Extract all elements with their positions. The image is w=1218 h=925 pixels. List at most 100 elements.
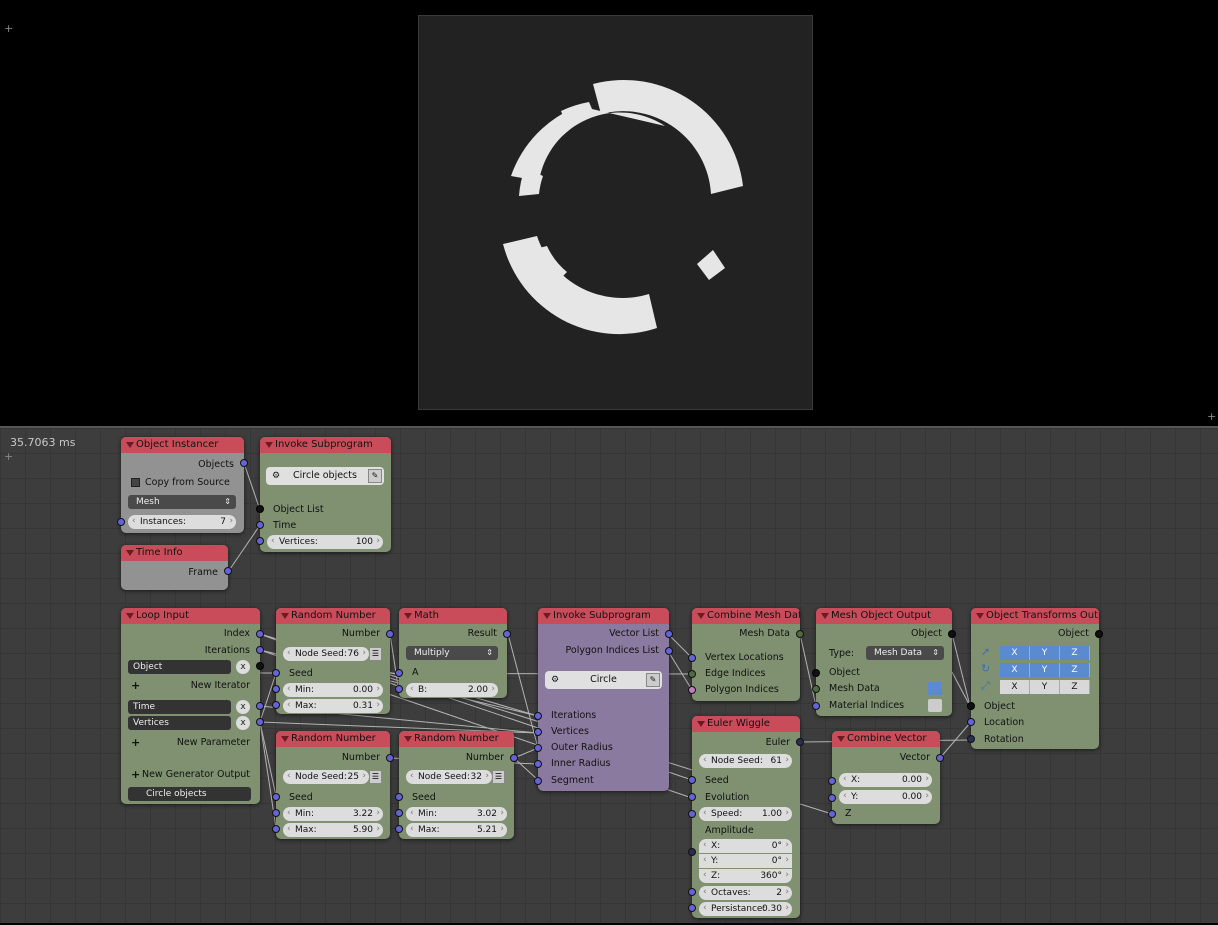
time-input-socket[interactable] bbox=[256, 521, 264, 529]
axis-y-toggle[interactable]: Y bbox=[1030, 646, 1060, 660]
subprogram-selector[interactable]: ⚙ Circle ✎ bbox=[545, 671, 662, 689]
material-indices-input-socket[interactable] bbox=[812, 702, 820, 710]
viewport-corner-plus-icon[interactable]: + bbox=[1207, 411, 1216, 422]
node-header[interactable]: Loop Input bbox=[121, 608, 260, 624]
node-seed-field[interactable]: Node Seed:76 bbox=[283, 646, 369, 661]
new-iterator-button[interactable]: New Iterator bbox=[121, 678, 260, 694]
inner-radius-input-socket[interactable] bbox=[534, 760, 542, 768]
time-output-socket[interactable] bbox=[256, 702, 264, 710]
remove-time-icon[interactable]: x bbox=[236, 700, 250, 714]
viewport-corner-plus-icon[interactable]: + bbox=[4, 23, 13, 34]
object-instancer-node[interactable]: Object Instancer Objects Copy from Sourc… bbox=[121, 437, 244, 533]
min-field[interactable]: Min: 3.02 bbox=[406, 806, 507, 821]
amplitude-y-field[interactable]: Y: 0° bbox=[699, 853, 792, 868]
node-header[interactable]: Invoke Subprogram bbox=[260, 437, 391, 453]
max-input-socket[interactable] bbox=[272, 825, 280, 833]
node-header[interactable]: Time Info bbox=[121, 545, 228, 561]
node-header[interactable]: Combine Mesh Data bbox=[692, 608, 800, 624]
mesh-data-output-socket[interactable] bbox=[796, 630, 804, 638]
node-header[interactable]: Random Number bbox=[276, 731, 390, 747]
b-field[interactable]: B: 2.00 bbox=[406, 682, 498, 697]
location-axes[interactable]: XYZ bbox=[1000, 646, 1090, 660]
min-input-socket[interactable] bbox=[272, 685, 280, 693]
type-dropdown[interactable]: Mesh Data ⇕ bbox=[866, 646, 944, 660]
axis-z-toggle[interactable]: Z bbox=[1060, 663, 1090, 677]
mesh-data-input-socket[interactable] bbox=[812, 685, 820, 693]
object-output-socket[interactable] bbox=[1095, 630, 1103, 638]
y-field[interactable]: Y: 0.00 bbox=[839, 789, 932, 804]
evolution-input-socket[interactable] bbox=[688, 793, 696, 801]
node-seed-field[interactable]: Node Seed: 61 bbox=[699, 753, 792, 768]
axis-z-toggle[interactable]: Z bbox=[1060, 646, 1090, 660]
number-output-socket[interactable] bbox=[386, 754, 394, 762]
object-input-socket[interactable] bbox=[967, 702, 975, 710]
node-header[interactable]: Math bbox=[399, 608, 507, 624]
octaves-input-socket[interactable] bbox=[688, 888, 696, 896]
invoke-subprogram-node[interactable]: Invoke Subprogram Vector List Polygon In… bbox=[538, 608, 669, 791]
node-seed-field[interactable]: Node Seed:32 bbox=[406, 769, 492, 784]
node-header[interactable]: Random Number bbox=[399, 731, 514, 747]
axis-y-toggle[interactable]: Y bbox=[1030, 663, 1060, 677]
euler-wiggle-node[interactable]: Euler Wiggle Euler Node Seed: 61 Seed Evo… bbox=[692, 716, 800, 918]
node-header[interactable]: Random Number bbox=[276, 608, 390, 624]
z-input-socket[interactable] bbox=[828, 810, 836, 818]
min-input-socket[interactable] bbox=[272, 809, 280, 817]
persistance-input-socket[interactable] bbox=[688, 904, 696, 912]
axis-x-toggle[interactable]: X bbox=[1000, 663, 1030, 677]
axis-y-toggle[interactable]: Y bbox=[1030, 680, 1060, 694]
result-output-socket[interactable] bbox=[503, 630, 511, 638]
mesh-object-output-node[interactable]: Mesh Object Output Object Type: Mesh Dat… bbox=[816, 608, 952, 716]
axis-x-toggle[interactable]: X bbox=[1000, 680, 1030, 694]
max-field[interactable]: Max: 0.31 bbox=[283, 698, 383, 713]
edge-indices-input-socket[interactable] bbox=[688, 670, 696, 678]
vector-output-socket[interactable] bbox=[936, 754, 944, 762]
x-input-socket[interactable] bbox=[828, 777, 836, 785]
octaves-field[interactable]: Octaves: 2 bbox=[699, 885, 792, 900]
max-field[interactable]: Max: 5.90 bbox=[283, 822, 383, 837]
seed-input-socket[interactable] bbox=[272, 793, 280, 801]
vertices-field[interactable]: Vertices: 100 bbox=[267, 534, 383, 549]
vertices-parameter-name[interactable]: Vertices bbox=[128, 716, 231, 730]
time-parameter-name[interactable]: Time bbox=[128, 700, 231, 714]
object-output-socket[interactable] bbox=[948, 630, 956, 638]
remove-object-icon[interactable]: x bbox=[236, 660, 250, 674]
outer-radius-input-socket[interactable] bbox=[534, 744, 542, 752]
node-header[interactable]: Invoke Subprogram bbox=[538, 608, 669, 624]
axis-z-toggle[interactable]: Z bbox=[1060, 680, 1090, 694]
edit-icon[interactable]: ✎ bbox=[368, 469, 382, 483]
min-input-socket[interactable] bbox=[395, 809, 403, 817]
node-header[interactable]: Object Instancer bbox=[121, 437, 244, 453]
type-dropdown[interactable]: Mesh ⇕ bbox=[128, 495, 236, 509]
euler-output-socket[interactable] bbox=[796, 738, 804, 746]
random-number-node[interactable]: Random Number Number Node Seed:32 ☰ Seed… bbox=[399, 731, 514, 839]
node-header[interactable]: Object Transforms Outpu bbox=[971, 608, 1099, 624]
node-header[interactable]: Combine Vector bbox=[832, 731, 940, 747]
objects-output-socket[interactable] bbox=[240, 459, 248, 467]
invoke-subprogram-node[interactable]: Invoke Subprogram ⚙ Circle objects ✎ Objec… bbox=[260, 437, 391, 552]
remove-vertices-icon[interactable]: x bbox=[236, 716, 250, 730]
b-input-socket[interactable] bbox=[395, 685, 403, 693]
frame-output-socket[interactable] bbox=[224, 567, 232, 575]
loop-input-node[interactable]: Loop Input Index Iterations Object x + N… bbox=[121, 608, 260, 804]
edit-icon[interactable]: ✎ bbox=[646, 673, 660, 687]
index-output-socket[interactable] bbox=[256, 630, 264, 638]
iterations-output-socket[interactable] bbox=[256, 646, 264, 654]
object-input-socket[interactable] bbox=[812, 669, 820, 677]
y-input-socket[interactable] bbox=[828, 794, 836, 802]
min-field[interactable]: Min: 0.00 bbox=[283, 682, 383, 697]
node-header[interactable]: Mesh Object Output bbox=[816, 608, 952, 624]
instances-field[interactable]: Instances: 7 bbox=[128, 514, 236, 529]
time-info-node[interactable]: Time Info Frame bbox=[121, 545, 228, 590]
a-input-socket[interactable] bbox=[395, 669, 403, 677]
object-list-input-socket[interactable] bbox=[256, 505, 264, 513]
object-parameter-name[interactable]: Object bbox=[128, 660, 231, 674]
scale-axes[interactable]: XYZ bbox=[1000, 680, 1090, 694]
seed-input-socket[interactable] bbox=[688, 776, 696, 784]
max-field[interactable]: Max: 5.21 bbox=[406, 822, 507, 837]
seed-list-icon[interactable]: ☰ bbox=[369, 770, 382, 784]
vector-list-output-socket[interactable] bbox=[665, 630, 673, 638]
operation-dropdown[interactable]: Multiply ⇕ bbox=[406, 646, 498, 660]
location-input-socket[interactable] bbox=[967, 718, 975, 726]
max-input-socket[interactable] bbox=[395, 825, 403, 833]
vertex-locations-input-socket[interactable] bbox=[688, 654, 696, 662]
